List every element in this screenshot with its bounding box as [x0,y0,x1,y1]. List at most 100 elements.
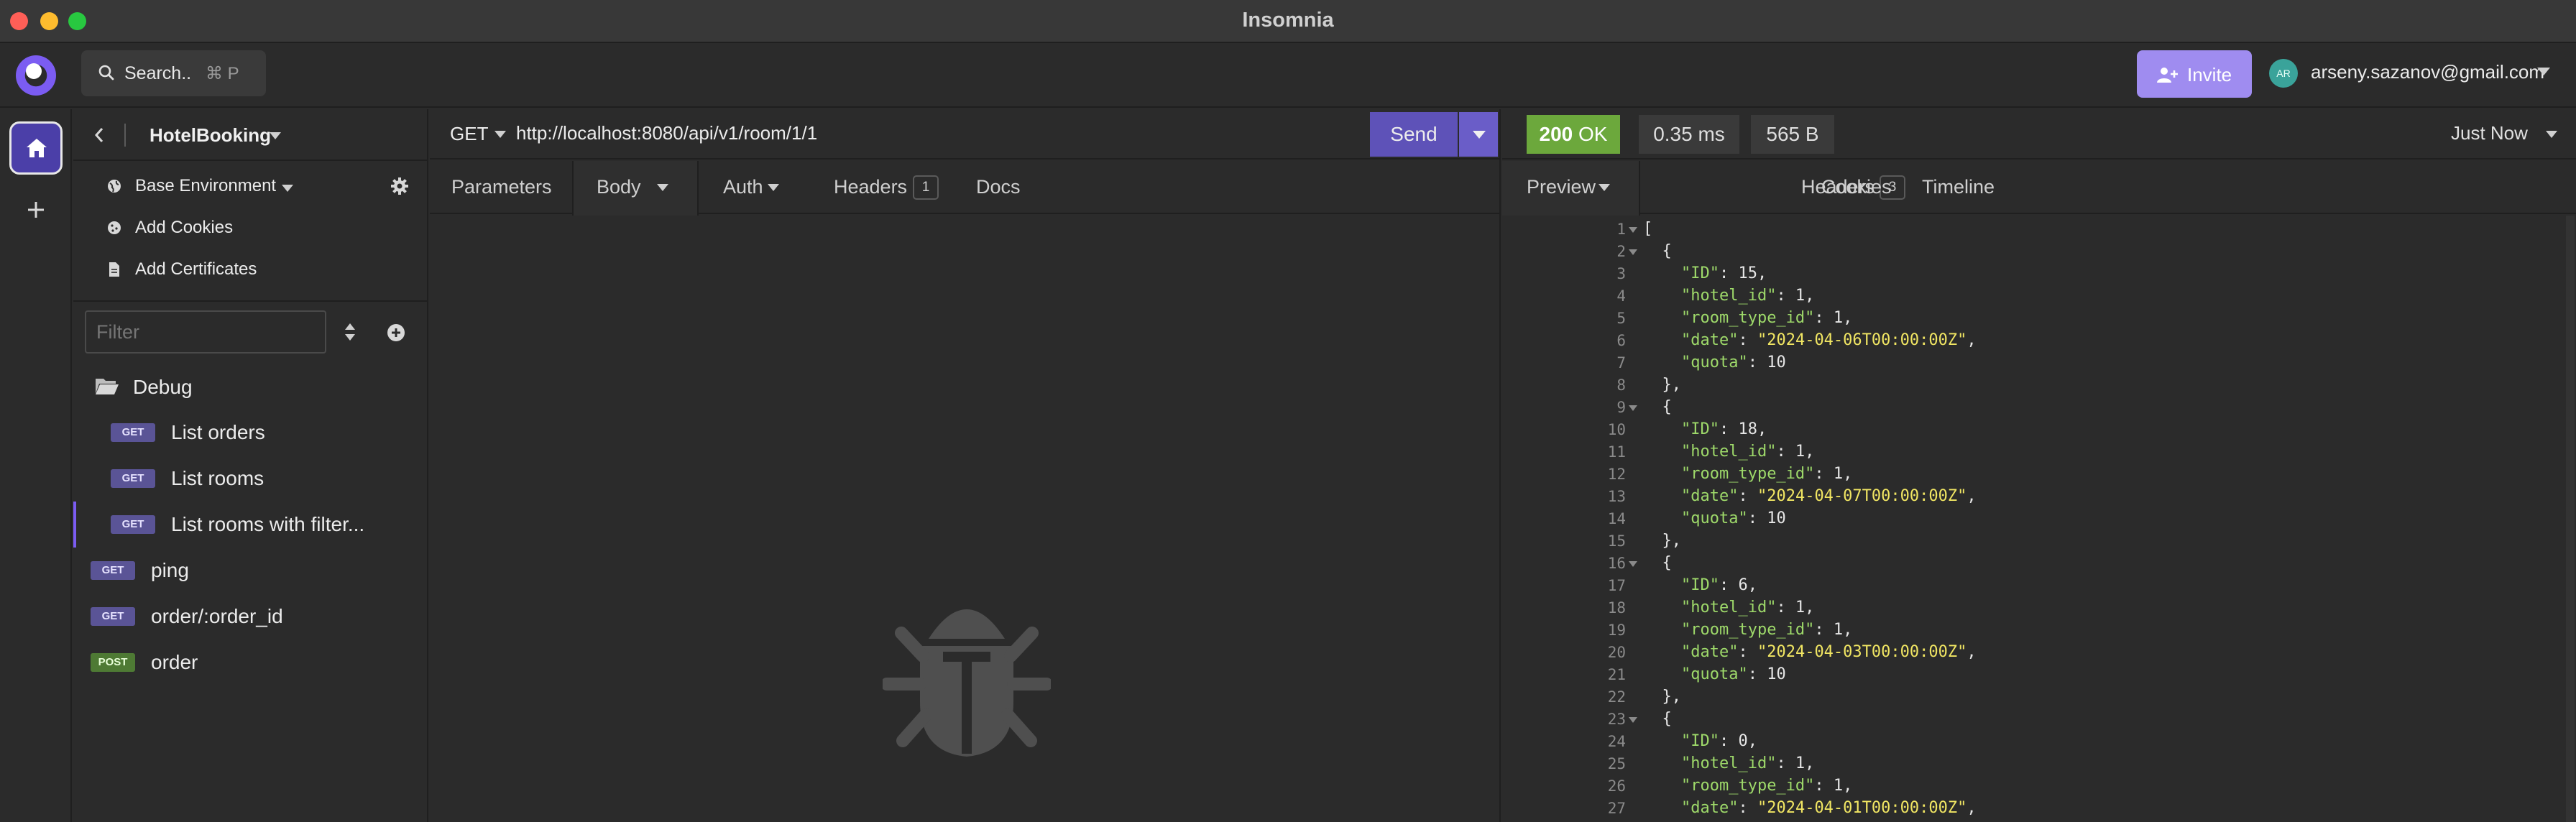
sort-icon[interactable] [344,322,356,342]
json-punct: : 15, [1719,264,1767,282]
code-text: "hotel_id": 1, [1643,287,1814,305]
line-number: 12 [1607,466,1626,483]
gear-icon[interactable] [390,176,410,196]
list-item[interactable]: GET List rooms [73,456,428,502]
scrollbar[interactable] [2566,216,2575,822]
fold-toggle-icon[interactable] [1629,561,1637,567]
code-text: "room_type_id": 1, [1643,777,1852,795]
chevron-left-icon[interactable] [93,126,105,144]
json-punct: { [1643,554,1672,572]
json-punct [1643,509,1681,527]
json-key: "room_type_id" [1680,309,1815,327]
add-user-icon [2157,68,2178,83]
json-key: "room_type_id" [1680,621,1815,639]
avatar[interactable]: AR [2269,59,2298,88]
filter-field[interactable] [85,310,326,354]
tab-response-headers[interactable]: Headers 3 [1640,161,1905,214]
list-item[interactable]: GET ping [73,548,428,594]
fold-toggle-icon[interactable] [1629,405,1637,411]
line-number: 20 [1607,644,1626,661]
chevron-down-icon[interactable] [2537,68,2550,75]
add-certificates-button[interactable]: Add Certificates [73,249,428,290]
response-preview[interactable]: 1[2 {3 "ID": 15, 4 "hotel_id": 1, 5 "room_… [1502,216,2576,822]
json-key: "date" [1680,487,1739,505]
folder-label: Debug [133,376,193,398]
tab-label: Docs [976,176,1021,198]
response-size: 565 B [1751,115,1834,154]
json-key: "ID" [1680,264,1719,282]
json-punct: : 1, [1776,599,1815,616]
home-icon [27,139,47,157]
tab-docs[interactable]: Docs [946,161,1025,214]
json-punct: : 1, [1776,443,1815,461]
plus-icon[interactable] [25,199,47,221]
json-string: "2024-04-03T00:00:00Z" [1757,643,1967,661]
add-circle-icon[interactable] [387,323,405,342]
tab-headers[interactable]: Headers 1 [808,161,939,214]
json-key: "date" [1680,331,1739,349]
method-badge: GET [111,423,155,442]
json-string: "2024-04-07T00:00:00Z" [1757,487,1967,505]
send-options-button[interactable] [1459,112,1498,157]
environment-section: Base Environment Add Cookies Add Certifi… [73,161,428,302]
home-button[interactable] [9,121,63,175]
line-number: 22 [1607,688,1626,706]
search-button[interactable]: Search.. ⌘ P [81,50,266,96]
json-string: "2024-04-06T00:00:00Z" [1757,331,1967,349]
code-text: "room_type_id": 1, [1643,621,1852,639]
chevron-down-icon[interactable] [494,131,506,138]
method-select[interactable]: GET [450,123,488,145]
add-cookies-button[interactable]: Add Cookies [73,207,428,249]
invite-button[interactable]: Invite [2137,50,2252,98]
json-key: "ID" [1680,576,1719,594]
line-number: 2 [1616,243,1626,260]
json-punct [1643,465,1681,483]
tab-timeline[interactable]: Timeline [1892,161,2000,214]
url-input[interactable] [516,122,1235,144]
tab-parameters[interactable]: Parameters [430,161,572,214]
json-punct: , [1966,487,1977,505]
user-email[interactable]: arseny.sazanov@gmail.com [2311,61,2544,83]
folder-debug[interactable]: Debug [73,364,428,410]
json-punct: : 1, [1814,465,1853,483]
code-text: "room_type_id": 1, [1643,465,1852,483]
request-name: ping [151,559,189,581]
list-item[interactable]: POST order [73,639,428,685]
line-number: 24 [1607,733,1626,750]
json-key: "hotel_id" [1680,754,1777,772]
tab-auth[interactable]: Auth [699,161,808,214]
project-name[interactable]: HotelBooking [150,124,271,147]
code-text: }, [1643,532,1681,550]
response-status-bar: 200 OK 0.35 ms 565 B Just Now [1502,109,2576,160]
fold-toggle-icon[interactable] [1629,717,1637,723]
add-cookies-label: Add Cookies [135,218,234,237]
list-item-active[interactable]: GET List rooms with filter... [73,502,428,548]
json-punct [1643,799,1681,817]
json-punct: : [1738,331,1757,349]
code-text: "date": "2024-04-03T00:00:00Z", [1643,643,1977,661]
code-text: "hotel_id": 1, [1643,443,1814,461]
chevron-down-icon [282,185,293,192]
tab-label: Cookies [1821,176,1892,198]
fold-toggle-icon[interactable] [1629,227,1637,233]
list-item[interactable]: GET order/:order_id [73,594,428,639]
insomnia-logo-icon[interactable] [16,55,56,96]
tab-preview[interactable]: Preview [1502,161,1640,216]
window-title: Insomnia [1242,9,1334,32]
json-key: "quota" [1680,509,1748,527]
send-button[interactable]: Send [1370,112,1458,157]
tab-body[interactable]: Body [572,161,699,216]
chevron-down-icon[interactable] [2546,131,2557,138]
tab-label: Auth [723,176,763,198]
search-icon [98,65,114,80]
line-number: 11 [1607,443,1626,461]
fold-toggle-icon[interactable] [1629,249,1637,255]
filter-input[interactable] [96,321,312,343]
chevron-down-icon[interactable] [270,132,281,139]
json-punct: : 0, [1719,732,1757,750]
environment-selector[interactable]: Base Environment [73,165,428,207]
tab-cookies[interactable]: Cookies [1791,161,1892,214]
json-punct: : 10 [1747,509,1786,527]
list-item[interactable]: GET List orders [73,410,428,456]
history-selector[interactable]: Just Now [2451,122,2528,144]
